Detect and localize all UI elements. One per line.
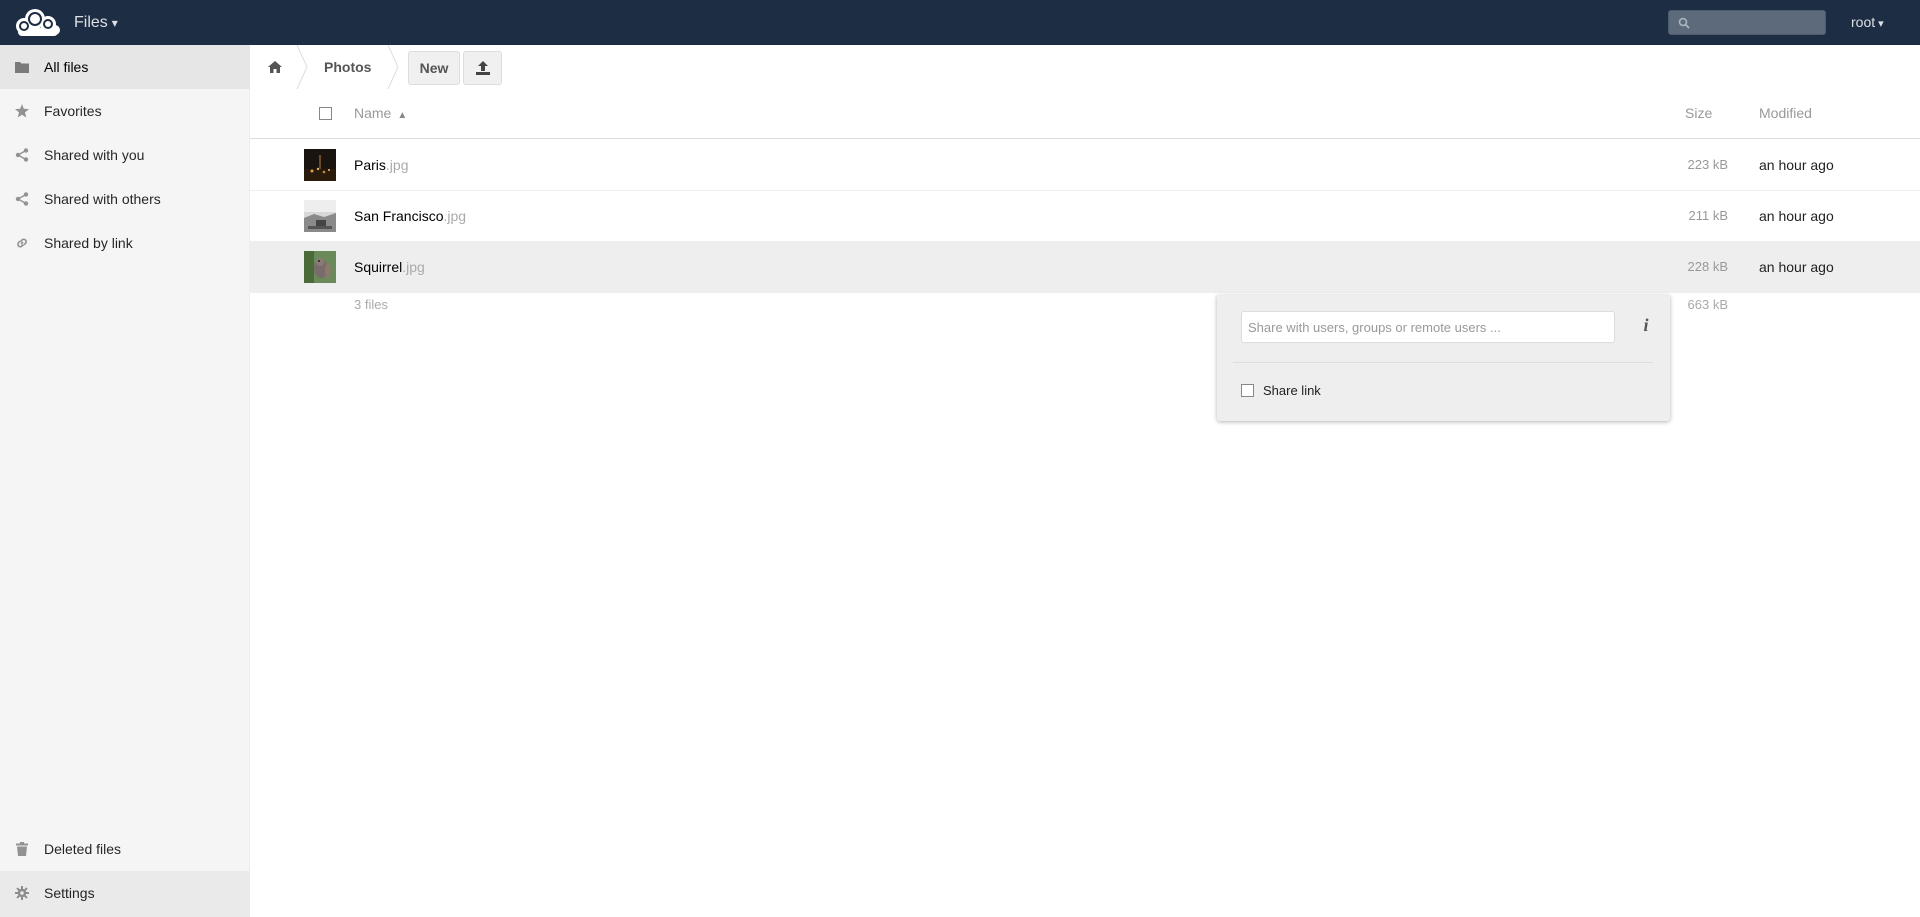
sidebar-item-label: Shared by link — [44, 235, 133, 251]
chevron-down-icon: ▾ — [111, 16, 118, 30]
select-all-checkbox[interactable] — [319, 107, 332, 120]
file-thumbnail — [304, 251, 336, 283]
sidebar-item-settings[interactable]: Settings — [0, 871, 250, 915]
file-name[interactable]: San Francisco.jpg — [354, 208, 466, 224]
file-size: 223 kB — [1687, 157, 1728, 172]
column-header-modified[interactable]: Modified — [1759, 105, 1812, 121]
user-menu[interactable]: root ▾ — [1851, 0, 1884, 45]
link-icon — [0, 236, 44, 250]
file-name[interactable]: Paris.jpg — [354, 157, 408, 173]
file-basename: Paris — [354, 157, 386, 173]
breadcrumb-current[interactable]: Photos — [324, 45, 371, 89]
search-box[interactable] — [1668, 10, 1826, 35]
sidebar-item-label: Shared with you — [44, 147, 145, 163]
column-header-name[interactable]: Name ▲ — [354, 105, 407, 121]
file-row[interactable]: Paris.jpg 223 kB an hour ago — [250, 140, 1920, 191]
sidebar-item-label: Settings — [44, 885, 95, 901]
sidebar-item-shared-with-others[interactable]: Shared with others — [0, 177, 250, 221]
file-modified: an hour ago — [1759, 208, 1834, 224]
share-link-checkbox[interactable] — [1241, 383, 1254, 397]
summary-file-count: 3 files — [354, 297, 388, 312]
file-extension: .jpg — [385, 157, 409, 173]
info-icon[interactable]: i — [1636, 315, 1656, 337]
app-menu[interactable]: Files ▾ — [74, 0, 118, 45]
sidebar-item-favorites[interactable]: Favorites — [0, 89, 250, 133]
breadcrumb-separator — [296, 45, 308, 89]
new-button[interactable]: New — [408, 51, 460, 85]
file-extension: .jpg — [443, 208, 467, 224]
sidebar-item-shared-with-you[interactable]: Shared with you — [0, 133, 250, 177]
breadcrumb-separator — [387, 45, 399, 89]
sidebar: All files Favorites Shared with you Shar… — [0, 45, 250, 917]
sidebar-item-label: All files — [44, 59, 89, 75]
search-icon — [1678, 17, 1690, 29]
search-input[interactable] — [1693, 13, 1821, 32]
sidebar-item-shared-by-link[interactable]: Shared by link — [0, 221, 250, 265]
breadcrumb-home[interactable] — [250, 45, 300, 89]
divider — [1233, 362, 1653, 363]
sort-ascending-icon: ▲ — [397, 110, 408, 121]
gear-icon — [0, 886, 44, 900]
sidebar-item-all-files[interactable]: All files — [0, 45, 250, 89]
file-basename: San Francisco — [354, 208, 444, 224]
file-basename: Squirrel — [354, 259, 403, 275]
share-with-input[interactable] — [1241, 311, 1615, 343]
sidebar-item-label: Favorites — [44, 103, 102, 119]
owncloud-logo[interactable] — [10, 6, 62, 38]
summary-total-size: 663 kB — [1687, 297, 1728, 312]
file-row[interactable]: Squirrel.jpg 228 kB an hour ago — [250, 242, 1920, 293]
share-icon — [0, 192, 44, 206]
sidebar-item-label: Deleted files — [44, 841, 122, 857]
column-header-name-label: Name — [354, 105, 392, 121]
home-icon — [268, 61, 282, 73]
file-modified: an hour ago — [1759, 259, 1834, 275]
share-icon — [0, 148, 44, 162]
star-icon — [0, 104, 44, 118]
file-list-header: Name ▲ Size Modified — [250, 89, 1920, 139]
file-thumbnail — [304, 149, 336, 181]
user-name: root — [1851, 14, 1876, 30]
upload-button[interactable] — [463, 51, 502, 85]
file-size: 228 kB — [1687, 259, 1728, 274]
upload-icon — [475, 61, 490, 75]
file-row[interactable]: San Francisco.jpg 211 kB an hour ago — [250, 191, 1920, 242]
share-dropdown: i Share link — [1217, 295, 1670, 421]
folder-icon — [0, 61, 44, 73]
top-header: Files ▾ root ▾ — [0, 0, 1920, 45]
share-link-label[interactable]: Share link — [1263, 383, 1321, 398]
file-modified: an hour ago — [1759, 157, 1834, 173]
file-thumbnail — [304, 200, 336, 232]
column-header-size[interactable]: Size — [1685, 105, 1712, 121]
chevron-down-icon: ▾ — [1878, 18, 1884, 30]
sidebar-item-label: Shared with others — [44, 191, 161, 207]
sidebar-item-deleted-files[interactable]: Deleted files — [0, 827, 250, 871]
app-name-label: Files — [74, 14, 108, 31]
trash-icon — [0, 842, 44, 856]
file-name[interactable]: Squirrel.jpg — [354, 259, 425, 275]
file-size: 211 kB — [1688, 208, 1728, 223]
file-extension: .jpg — [402, 259, 425, 275]
controls-bar: Photos New — [250, 45, 1920, 89]
share-link-option[interactable]: Share link — [1241, 382, 1321, 398]
